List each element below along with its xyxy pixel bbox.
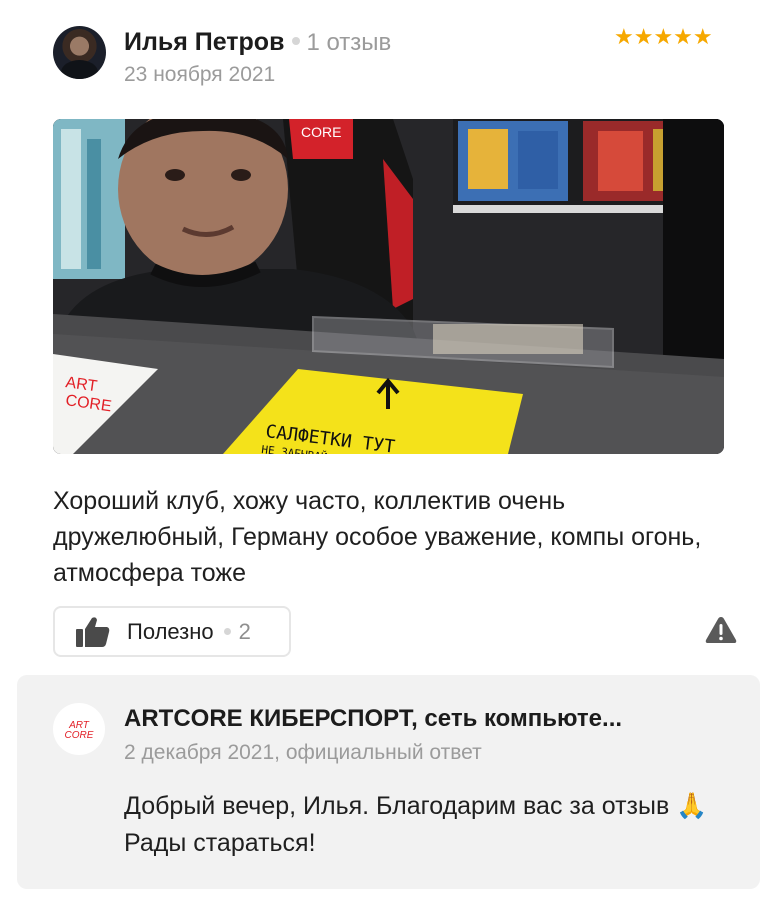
warning-icon[interactable]	[705, 615, 737, 645]
thumbs-up-icon	[76, 616, 110, 647]
author-avatar[interactable]	[53, 26, 106, 79]
chair-logo-text: CORE	[301, 124, 341, 140]
owner-reply: ART CORE ARTCORE КИБЕРСПОРТ, сеть компью…	[17, 675, 760, 889]
review-photo[interactable]: CORE ART CORE САЛФЕТКИ ТУТ НЕ ЗАБЫВАЙ	[53, 119, 724, 454]
review-text: Хороший клуб, хожу часто, коллектив очен…	[53, 487, 702, 587]
rating-stars: ★★★★★	[614, 24, 713, 49]
reply-author[interactable]: ARTCORE КИБЕРСПОРТ, сеть компьюте...	[124, 705, 734, 733]
useful-count: 2	[238, 618, 251, 644]
reply-date: 2 декабря 2021, официальный ответ	[124, 741, 482, 764]
review-date: 23 ноября 2021	[124, 63, 276, 86]
author-name[interactable]: Илья Петров	[124, 28, 284, 56]
reply-text: Добрый вечер, Илья. Благодарим вас за от…	[124, 792, 708, 857]
useful-button[interactable]: Полезно 2	[53, 606, 291, 657]
useful-separator-dot	[223, 628, 231, 635]
review-card: Илья Петров 1 отзыв 23 ноября 2021 ★★★★★	[0, 0, 763, 900]
company-logo[interactable]: ART CORE	[53, 703, 105, 755]
separator-dot	[292, 37, 301, 46]
logo-core-text: CORE	[65, 730, 94, 740]
author-line: Илья Петров 1 отзыв	[124, 28, 391, 57]
useful-label: Полезно	[127, 618, 214, 644]
review-count[interactable]: 1 отзыв	[306, 29, 391, 56]
